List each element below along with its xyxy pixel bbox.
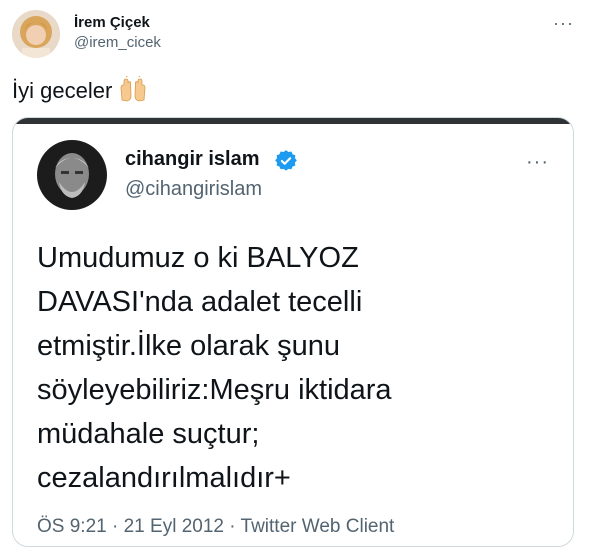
quoted-tweet-body: Umudumuz o ki BALYOZ DAVASI'nda adalet t… (37, 236, 557, 500)
meta-separator: · (229, 516, 236, 537)
author-handle[interactable]: @irem_cicek (74, 34, 161, 51)
quoted-more-options-icon[interactable]: ··· (526, 152, 549, 172)
quoted-author-name[interactable]: cihangir islam (125, 148, 260, 171)
quoted-text-line: müdahale suçtur; (37, 418, 260, 450)
quoted-text-line: etmiştir.İlke olarak şunu (37, 330, 341, 362)
quoted-author-handle[interactable]: @cihangirislam (125, 178, 262, 201)
quoted-tweet-card[interactable]: cihangir islam @cihangirislam ··· Umudum… (12, 117, 574, 547)
tweet-text: İyi geceler (12, 78, 113, 103)
quoted-tweet-meta: ÖS 9:21 · 21 Eyl 2012 · Twitter Web Clie… (37, 516, 394, 538)
verified-badge-icon (275, 150, 297, 172)
meta-separator: · (112, 516, 119, 537)
tweet-date[interactable]: 21 Eyl 2012 (124, 516, 224, 537)
tweet-time[interactable]: ÖS 9:21 (37, 516, 107, 537)
author-name[interactable]: İrem Çiçek (74, 14, 150, 31)
quoted-text-line: DAVASI'nda adalet tecelli (37, 286, 363, 318)
raised-hands-icon (118, 74, 148, 107)
quoted-author-avatar[interactable] (37, 140, 107, 210)
quoted-text-line: söyleyebiliriz:Meşru iktidara (37, 374, 392, 406)
tweet-client: Twitter Web Client (240, 516, 395, 537)
more-options-icon[interactable]: ··· (553, 14, 574, 32)
card-top-bar (13, 118, 573, 124)
quoted-text-line: Umudumuz o ki BALYOZ (37, 242, 359, 274)
author-avatar[interactable] (12, 10, 60, 58)
quoted-text-line: cezalandırılmalıdır+ (37, 462, 291, 494)
